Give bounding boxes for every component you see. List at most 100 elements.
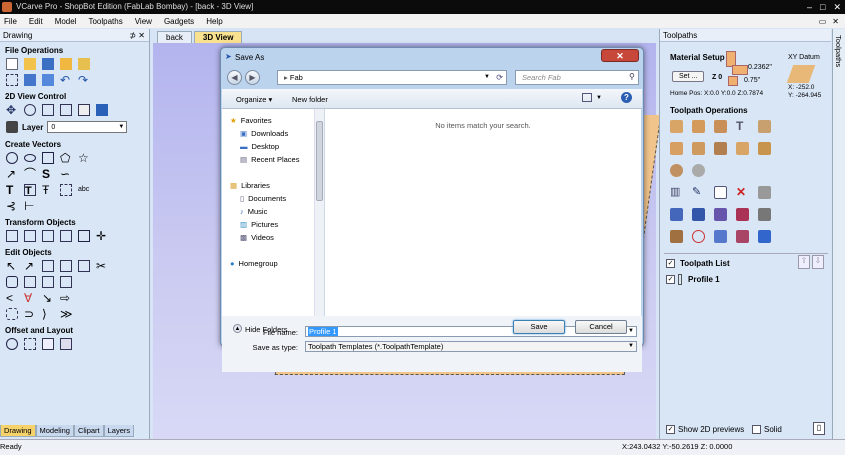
weld-icon[interactable] [6,276,18,288]
save-type-select[interactable]: Toolpath Templates (*.ToolpathTemplate) … [305,341,637,352]
fillet-icon[interactable]: < [6,292,18,304]
save-icon[interactable] [42,58,54,70]
nav-recent[interactable]: ▤ Recent Places [240,155,299,164]
toolpaths-side-tab[interactable]: Toolpaths [832,29,845,439]
preview-toolpaths-icon[interactable]: ▥ [670,186,683,199]
chamfer-icon[interactable]: ∀ [24,292,36,304]
export-toolpath-icon[interactable] [758,230,771,243]
import-icon[interactable] [60,58,72,70]
quick-engrave-icon[interactable] [670,142,683,155]
save-toolpath-icon[interactable] [670,208,683,221]
dimension-icon[interactable] [60,184,72,196]
vcarve-toolpath-icon[interactable]: T [736,120,749,133]
dimension-tool-icon[interactable]: ⊰ [6,200,18,212]
align-icon[interactable] [78,230,90,242]
ellipse-icon[interactable] [24,154,36,162]
doc-close-icon[interactable]: ✕ [832,17,839,26]
leader-icon[interactable]: ⊢ [24,200,36,212]
merge-toolpath-icon[interactable] [714,208,727,221]
menu-file[interactable]: File [4,17,17,26]
help-icon[interactable]: ? [621,92,632,103]
tab-3d-view[interactable]: 3D View [193,31,243,43]
toolpath-visualization-icon[interactable] [736,230,749,243]
profile-checkbox[interactable]: ✓ [666,275,675,284]
maximize-icon[interactable]: □ [820,0,825,14]
show-2d-checkbox[interactable]: ✓ [666,425,675,434]
intersect-icon[interactable] [42,276,54,288]
pin-icon[interactable]: ⊅ ✕ [129,29,145,42]
nav-scrollbar[interactable] [314,109,324,316]
zoom-box-icon[interactable] [42,104,54,116]
finishing-icon[interactable] [692,164,705,177]
menu-model[interactable]: Model [55,17,77,26]
nav-favorites[interactable]: ★ Favorites [230,116,272,125]
polygon-icon[interactable]: ⬠ [60,152,72,164]
extend-icon[interactable]: ↘ [42,292,54,304]
nav-music[interactable]: ♪ Music [240,207,267,216]
zoom-material-icon[interactable] [78,104,90,116]
array-icon[interactable] [42,338,54,350]
cut-icon[interactable] [24,74,36,86]
auto-text-icon[interactable]: T [24,184,36,197]
forward-button[interactable]: ▶ [245,70,260,85]
nav-desktop[interactable]: ▬ Desktop [240,142,279,151]
delete-toolpath-icon[interactable]: ✕ [736,186,749,199]
menu-view[interactable]: View [135,17,152,26]
dialog-close-button[interactable]: ✕ [601,49,639,62]
toolpath-list-checkbox[interactable]: ✓ [666,259,675,268]
file-name-dropdown-icon[interactable]: ▼ [628,327,634,336]
circle-icon[interactable] [6,152,18,164]
save-button[interactable]: Save [513,320,565,334]
file-list[interactable]: No items match your search. [325,109,641,316]
view-dropdown-icon[interactable]: ▼ [596,95,602,101]
refresh-icon[interactable]: ⟳ [496,71,503,84]
post-processor-icon[interactable] [758,208,771,221]
ungroup-icon[interactable] [78,260,90,272]
trim-icon[interactable]: ✂ [96,260,108,272]
profile-toolpath-icon[interactable] [670,120,683,133]
scale-icon[interactable] [24,230,36,242]
offset-icon[interactable] [6,338,18,350]
profile-item[interactable]: Profile 1 [688,275,720,284]
zoom-icon[interactable] [24,104,36,116]
mirror-icon[interactable] [60,230,72,242]
hide-folders-icon[interactable]: ▲ [233,324,242,333]
export-icon[interactable] [78,58,90,70]
texture-toolpath-icon[interactable] [758,142,771,155]
subtract-icon[interactable] [24,276,36,288]
rotate-icon[interactable] [42,230,54,242]
inlay-toolpath-icon[interactable] [758,120,771,133]
restore-icon[interactable]: ▭ [819,17,827,26]
prism-toolpath-icon[interactable] [714,142,727,155]
pocket-toolpath-icon[interactable] [692,120,705,133]
job-sheet-icon[interactable] [670,230,683,243]
bezier-icon[interactable]: ⟩ [42,308,54,320]
nav-downloads[interactable]: ▣ Downloads [240,129,288,138]
back-button[interactable]: ◀ [227,70,242,85]
nav-documents[interactable]: ▯ Documents [240,194,286,203]
material-set-button[interactable]: Set ... [672,71,705,82]
roughing-icon[interactable] [670,164,683,177]
sheet-icon[interactable] [96,104,108,116]
open-folder-icon[interactable] [24,58,36,70]
polyline-icon[interactable]: ↗ [6,168,18,180]
close-icon[interactable]: ✕ [833,0,841,14]
move-down-icon[interactable]: ⇩ [812,255,824,269]
layer-select[interactable]: 0 [47,121,128,133]
preview-window-icon[interactable]: ▯ [813,422,825,435]
redo-icon[interactable]: ↷ [78,74,90,86]
text-icon[interactable]: T [6,184,18,196]
nav-scroll-thumb[interactable] [316,121,323,201]
move-icon[interactable] [6,230,18,242]
join-icon[interactable] [60,276,72,288]
edit-toolpath-icon[interactable]: ✎ [692,186,705,199]
tab-modeling[interactable]: Modeling [35,425,74,437]
move-up-icon[interactable]: ⇧ [798,255,810,269]
tool-database-icon[interactable] [736,208,749,221]
solid-checkbox[interactable] [752,425,761,434]
menu-toolpaths[interactable]: Toolpaths [88,17,122,26]
close-vectors-icon[interactable] [6,308,18,320]
new-folder-button[interactable]: New folder [292,95,328,104]
break-icon[interactable]: ≫ [60,308,73,320]
node-edit-icon[interactable]: ↗ [24,260,36,272]
